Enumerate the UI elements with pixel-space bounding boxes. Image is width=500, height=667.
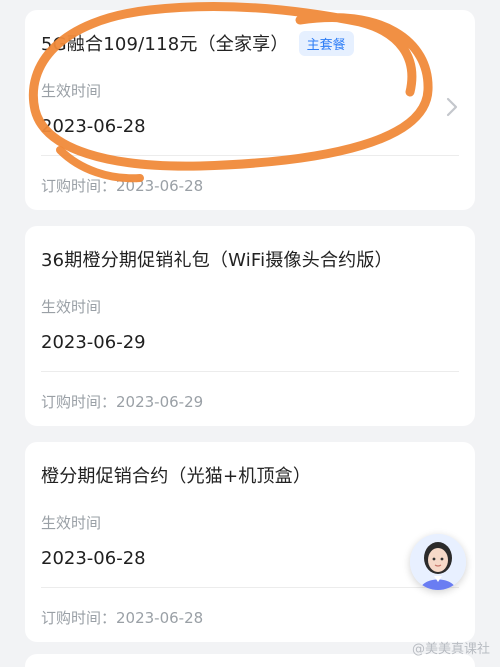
effective-time-label: 生效时间: [41, 82, 102, 100]
card-title-row: 5G融合109/118元（全家享） 主套餐: [41, 30, 435, 56]
main-package-badge: 主套餐: [298, 30, 354, 56]
order-time: 订购时间：2023-06-28: [41, 177, 204, 195]
assistant-avatar-icon[interactable]: [410, 534, 466, 590]
card-divider: [41, 371, 459, 372]
effective-date: 2023-06-28: [41, 548, 146, 569]
package-card-main[interactable]: 5G融合109/118元（全家享） 主套餐 生效时间 2023-06-28 订购…: [25, 10, 475, 210]
package-card-camera[interactable]: 36期橙分期促销礼包（WiFi摄像头合约版） 生效时间 2023-06-29 订…: [25, 226, 475, 426]
order-time: 订购时间：2023-06-28: [41, 609, 204, 627]
card-title-row: 橙分期促销合约（光猫+机顶盒）: [41, 462, 435, 488]
page: 5G融合109/118元（全家享） 主套餐 生效时间 2023-06-28 订购…: [0, 0, 500, 667]
effective-date: 2023-06-29: [41, 332, 146, 353]
package-title: 5G融合109/118元（全家享）: [41, 34, 289, 55]
package-card-partial[interactable]: [25, 654, 475, 667]
effective-date: 2023-06-28: [41, 116, 146, 137]
card-title-row: 36期橙分期促销礼包（WiFi摄像头合约版）: [41, 246, 459, 272]
package-title: 橙分期促销合约（光猫+机顶盒）: [41, 466, 312, 487]
order-time: 订购时间：2023-06-29: [41, 393, 204, 411]
card-divider: [41, 587, 459, 588]
package-card-modem[interactable]: 橙分期促销合约（光猫+机顶盒） 生效时间 2023-06-28 订购时间：202…: [25, 442, 475, 642]
watermark: @美美真课社: [411, 642, 490, 657]
card-divider: [41, 155, 459, 156]
effective-time-label: 生效时间: [41, 298, 102, 316]
effective-time-label: 生效时间: [41, 514, 102, 532]
chevron-right-icon[interactable]: [443, 96, 461, 118]
package-title: 36期橙分期促销礼包（WiFi摄像头合约版）: [41, 250, 393, 271]
